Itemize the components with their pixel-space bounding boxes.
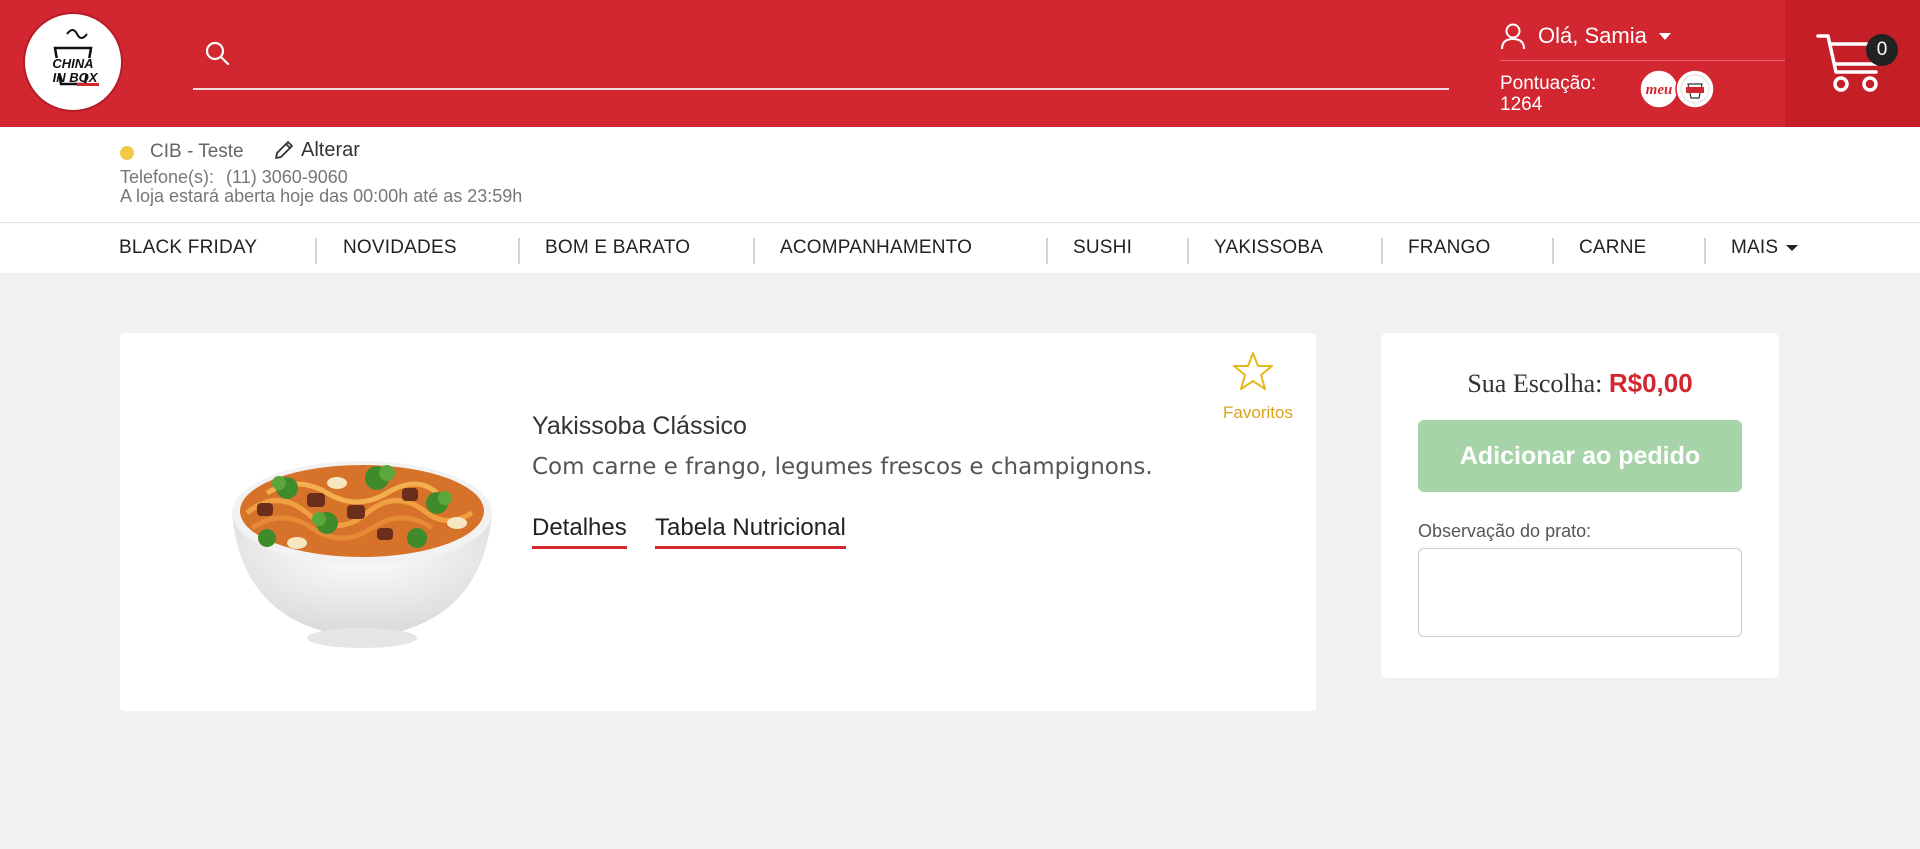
add-to-order-button[interactable]: Adicionar ao pedido xyxy=(1418,420,1742,492)
yakissoba-image xyxy=(232,461,492,648)
phone-number: (11) 3060-9060 xyxy=(226,167,348,187)
search-icon[interactable] xyxy=(204,40,230,66)
nav-item-mais-label[interactable]: MAIS xyxy=(1731,237,1778,258)
china-in-box-logo[interactable]: CHINA IN BOX xyxy=(23,12,123,112)
nav-separator xyxy=(1704,238,1706,264)
nav-separator xyxy=(753,238,755,264)
store-status-dot xyxy=(120,146,134,160)
choice-summary: Sua Escolha: R$0,00 xyxy=(1381,368,1779,399)
nav-item-acompanhamento[interactable]: ACOMPANHAMENTO xyxy=(780,223,972,273)
header-divider xyxy=(1500,60,1785,61)
meu-china-in-box-badge[interactable]: meu xyxy=(1638,68,1716,110)
search-input[interactable] xyxy=(193,30,1449,90)
nav-item-carne[interactable]: CARNE xyxy=(1579,223,1647,273)
cart-count-badge: 0 xyxy=(1866,34,1898,66)
choice-price: R$0,00 xyxy=(1608,368,1693,398)
category-nav: BLACK FRIDAY NOVIDADES BOM E BARATO ACOM… xyxy=(0,222,1920,273)
nav-item-black-friday[interactable]: BLACK FRIDAY xyxy=(119,223,257,273)
pencil-icon xyxy=(275,141,293,159)
svg-text:IN BOX: IN BOX xyxy=(53,70,99,85)
nav-item-sushi[interactable]: SUSHI xyxy=(1073,223,1132,273)
caret-down-icon[interactable] xyxy=(1658,32,1671,40)
nav-item-bom-e-barato[interactable]: BOM E BARATO xyxy=(545,223,690,273)
store-phone: Telefone(s): (11) 3060-9060 xyxy=(120,167,348,188)
product-title: Yakissoba Clássico xyxy=(532,412,747,440)
nav-item-yakissoba[interactable]: YAKISSOBA xyxy=(1214,223,1323,273)
nav-item-mais[interactable]: MAIS xyxy=(1731,223,1799,273)
nav-separator xyxy=(1187,238,1189,264)
store-hours: A loja estará aberta hoje das 00:00h até… xyxy=(120,186,523,206)
star-icon[interactable] xyxy=(1232,350,1274,392)
product-description: Com carne e frango, legumes frescos e ch… xyxy=(532,454,1153,480)
nav-separator xyxy=(518,238,520,264)
phone-label: Telefone(s): xyxy=(120,167,215,187)
svg-text:meu: meu xyxy=(1646,82,1673,98)
points-value: 1264 xyxy=(1500,94,1543,115)
user-greeting[interactable]: Olá, Samia xyxy=(1538,23,1647,49)
nav-separator xyxy=(1046,238,1048,264)
nav-item-novidades[interactable]: NOVIDADES xyxy=(343,223,457,273)
change-store-link[interactable]: Alterar xyxy=(272,138,360,162)
nutrition-table-link[interactable]: Tabela Nutricional xyxy=(655,514,846,549)
user-menu[interactable]: Olá, Samia xyxy=(1500,14,1782,58)
user-icon xyxy=(1501,23,1525,50)
nav-separator xyxy=(1381,238,1383,264)
nav-separator xyxy=(1552,238,1554,264)
svg-text:CHINA: CHINA xyxy=(52,56,93,71)
change-store-label[interactable]: Alterar xyxy=(301,139,360,162)
nav-separator xyxy=(315,238,317,264)
nav-item-frango[interactable]: FRANGO xyxy=(1408,223,1490,273)
note-field[interactable] xyxy=(1418,548,1742,637)
favorite-label[interactable]: Favoritos xyxy=(1210,403,1306,423)
points-label: Pontuação: xyxy=(1500,73,1597,94)
note-label: Observação do prato: xyxy=(1418,521,1592,541)
choice-label: Sua Escolha: xyxy=(1467,369,1603,398)
header: CHINA IN BOX Olá, Samia Pontuação: 1264 … xyxy=(0,0,1920,127)
store-name: CIB - Teste xyxy=(150,141,244,162)
details-link[interactable]: Detalhes xyxy=(532,514,627,549)
caret-down-icon[interactable] xyxy=(1786,244,1799,251)
cart-button[interactable]: 0 xyxy=(1785,0,1920,127)
